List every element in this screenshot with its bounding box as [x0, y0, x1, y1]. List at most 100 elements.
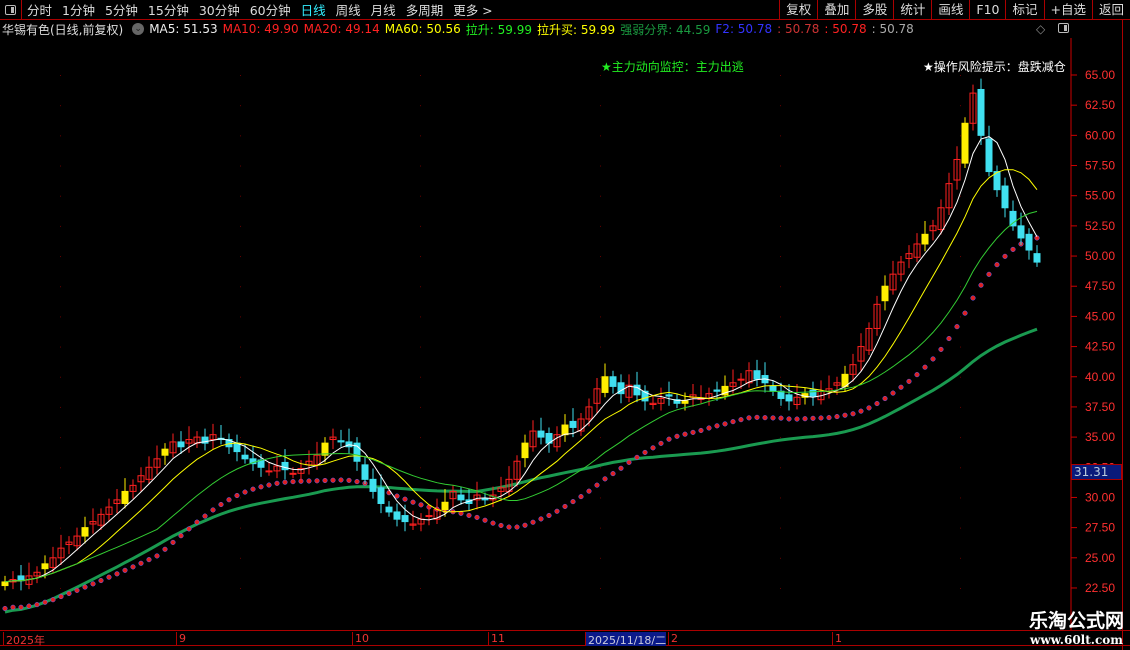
grid-dot [960, 587, 961, 589]
grid-dot [600, 286, 601, 288]
sar-dot [418, 502, 424, 508]
sar-dot [290, 479, 296, 485]
grid-dot [780, 497, 781, 499]
tab-period-6[interactable]: 日线 [296, 3, 331, 18]
sar-dot [82, 584, 88, 590]
grid-dot [420, 557, 421, 559]
y-tick-label: 25.00 [1085, 551, 1115, 565]
tab-period-3[interactable]: 15分钟 [143, 3, 194, 18]
y-tick-label: 42.50 [1085, 340, 1115, 354]
y-tick-label: 27.50 [1085, 521, 1115, 535]
monitor-note: ★主力动向监控：主力出逃 [601, 60, 744, 74]
grid-dot [960, 437, 961, 439]
candle-body [393, 511, 401, 520]
toolbar-button-5[interactable]: F10 [969, 0, 1005, 20]
sar-dot [74, 587, 80, 593]
chevron-down-icon[interactable]: ⌄ [132, 23, 145, 35]
grid-dot [420, 376, 421, 378]
grid-dot [780, 225, 781, 227]
y-tick-label: 50.00 [1085, 249, 1115, 263]
sar-dot [586, 488, 592, 494]
grid-dot [780, 105, 781, 107]
grid-dot [240, 497, 241, 499]
tab-period-9[interactable]: 多周期 [401, 3, 449, 18]
tab-period-1[interactable]: 1分钟 [57, 3, 100, 18]
sar-dot [698, 427, 704, 434]
toolbar-button-6[interactable]: 标记 [1005, 0, 1043, 20]
toolbar-button-3[interactable]: 统计 [893, 0, 931, 20]
tab-period-2[interactable]: 5分钟 [100, 3, 143, 18]
sar-dot [842, 412, 848, 418]
grid-dot [240, 527, 241, 529]
panel-toggle-button[interactable] [0, 0, 22, 20]
period-tabs: 分时 1分钟 5分钟 15分钟 30分钟 60分钟 日线 周线 月线 多周期 更多 > [22, 0, 498, 19]
x-tick-label: 2025年 [3, 632, 45, 647]
sar-dot [546, 512, 552, 519]
sar-dot [114, 571, 120, 577]
tab-period-8[interactable]: 月线 [366, 3, 401, 18]
grid-dot [420, 135, 421, 137]
tab-period-5[interactable]: 60分钟 [245, 3, 296, 18]
sar-dot [826, 415, 832, 421]
tab-period-7[interactable]: 周线 [331, 3, 366, 18]
grid-dot [420, 286, 421, 288]
sar-dot [978, 282, 984, 288]
candle-body [177, 441, 185, 448]
tab-period-4[interactable]: 30分钟 [194, 3, 245, 18]
sar-dot [1002, 253, 1008, 259]
right-sidebar[interactable] [1122, 20, 1130, 650]
sar-dot [202, 513, 208, 519]
toolbar-button-2[interactable]: 多股 [855, 0, 893, 20]
sar-dot [930, 356, 936, 362]
x-tick-label: 2 [668, 632, 678, 646]
sar-dot [42, 599, 48, 605]
sar-dot [682, 431, 688, 437]
sar-dot [498, 522, 504, 529]
sar-dot [130, 564, 136, 570]
tab-period-10[interactable]: 更多 > [448, 3, 497, 18]
candle-body [713, 389, 721, 392]
grid-dot [60, 316, 61, 318]
candle-body [1033, 253, 1041, 263]
toolbar-button-8[interactable]: 返回 [1091, 0, 1130, 20]
candle-body [977, 88, 985, 136]
panel-icon[interactable] [1058, 23, 1069, 33]
grid-dot [60, 467, 61, 469]
grid-dot [780, 346, 781, 348]
tab-period-0[interactable]: 分时 [22, 3, 57, 18]
toolbar-button-0[interactable]: 复权 [779, 0, 817, 20]
toolbar-button-1[interactable]: 叠加 [817, 0, 855, 20]
candle-body [337, 440, 345, 443]
diamond-icon[interactable]: ◇ [1036, 22, 1045, 36]
grid-dot [960, 497, 961, 499]
sar-dot [658, 440, 664, 446]
toolbar-button-4[interactable]: 画线 [931, 0, 969, 20]
grid-dot [240, 557, 241, 559]
grid-dot [600, 467, 601, 469]
sar-dot [162, 546, 168, 552]
y-tick-label: 47.50 [1085, 279, 1115, 293]
sar-dot [266, 482, 272, 488]
grid-dot [60, 406, 61, 408]
candle-body [1001, 185, 1009, 209]
candle-body [985, 138, 993, 173]
grid-dot [60, 75, 61, 76]
grid-dot [780, 75, 781, 76]
y-tick-label: 22.50 [1085, 581, 1115, 595]
candle-body [1017, 225, 1025, 239]
grid-dot [420, 437, 421, 439]
toolbar-button-7[interactable]: +自选 [1043, 0, 1092, 20]
sar-dot [858, 408, 864, 414]
sar-dot [354, 479, 360, 485]
grid-dot [600, 557, 601, 559]
y-tick-label: 45.00 [1085, 309, 1115, 323]
grid-dot [240, 135, 241, 137]
date-axis: 2025年 9 10 11 2025/11/18/二 2 1 [0, 630, 1130, 647]
sar-dot [754, 414, 760, 420]
x-tick-label: 2025/11/18/二 [585, 632, 667, 647]
x-tick-label: 1 [832, 632, 842, 646]
sar-dot [58, 594, 64, 600]
grid-dot [420, 587, 421, 589]
grid-dot [780, 316, 781, 318]
sar-dot [690, 429, 696, 435]
